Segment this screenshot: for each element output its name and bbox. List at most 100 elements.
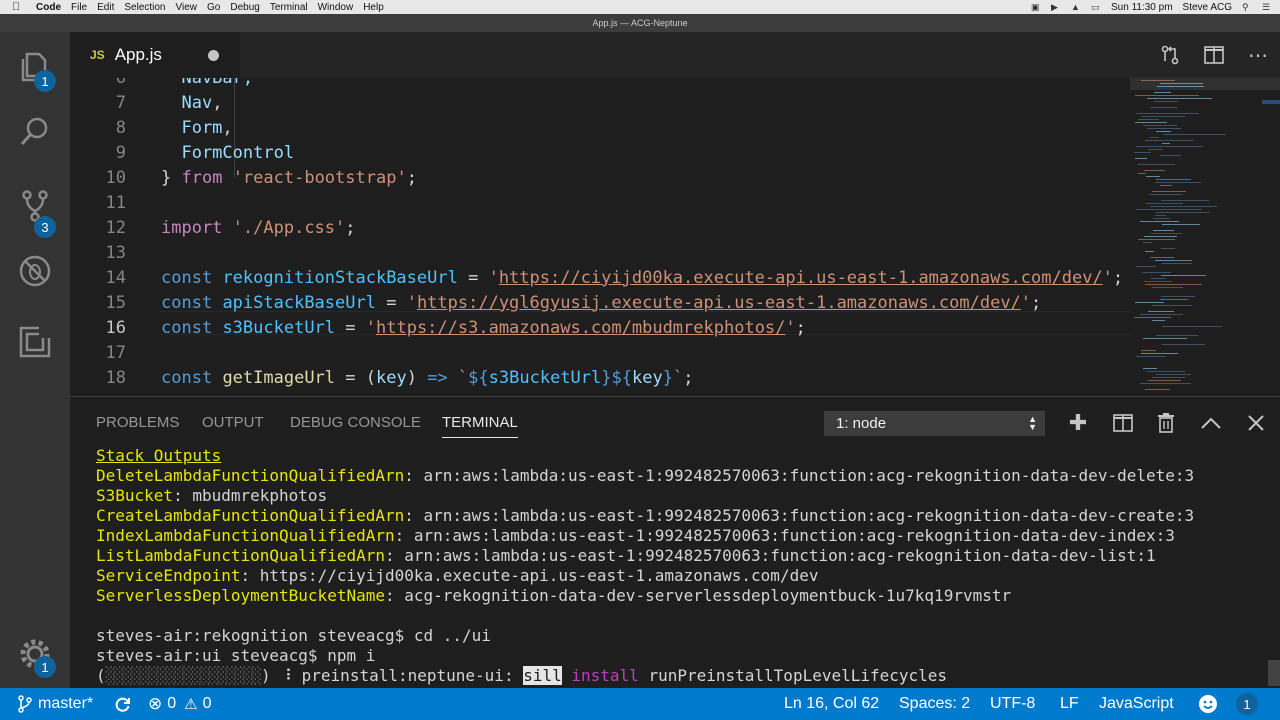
minimap-line	[1148, 149, 1163, 150]
tab-output[interactable]: OUTPUT	[202, 414, 264, 438]
maximize-panel-button[interactable]	[1196, 409, 1226, 437]
more-actions-button[interactable]: ⋯	[1236, 32, 1280, 78]
line-number: 14	[105, 267, 126, 288]
output-value: acg-rekognition-data-dev-serverlessdeplo…	[404, 585, 1012, 605]
code-line[interactable]: 8 Form,	[70, 115, 1130, 140]
code-token: }	[161, 167, 182, 188]
wifi-icon[interactable]: ▲	[1071, 3, 1081, 12]
menu-help[interactable]: Help	[363, 2, 384, 13]
output-key: ServiceEndpoint	[96, 565, 241, 585]
tab-debug-console[interactable]: DEBUG CONSOLE	[290, 414, 421, 438]
indentation[interactable]: Spaces: 2	[899, 688, 970, 720]
search-button[interactable]	[0, 102, 70, 162]
feedback-button[interactable]	[1198, 688, 1218, 720]
menubar-user[interactable]: Steve ACG	[1183, 2, 1232, 13]
terminal-output-line: CreateLambdaFunctionQualifiedArn: arn:aw…	[96, 505, 1194, 525]
progress-bar: ░░░░░░░░░░░░░░░░░░	[105, 665, 262, 685]
minimap-line	[1161, 200, 1209, 201]
menu-go[interactable]: Go	[207, 2, 220, 13]
minimap-line	[1138, 173, 1146, 174]
code-token: Nav	[161, 92, 213, 113]
output-value: arn:aws:lambda:us-east-1:992482570063:fu…	[404, 545, 1156, 565]
language-mode[interactable]: JavaScript	[1099, 688, 1174, 720]
code-line[interactable]: 7 Nav,	[70, 90, 1130, 115]
close-panel-button[interactable]	[1241, 409, 1271, 437]
menu-edit[interactable]: Edit	[97, 2, 114, 13]
code-token: 'react-bootstrap'	[232, 167, 407, 188]
split-editor-button[interactable]	[1192, 32, 1236, 78]
cursor-position[interactable]: Ln 16, Col 62	[784, 688, 879, 720]
code-line[interactable]: 10} from 'react-bootstrap';	[70, 165, 1130, 190]
menu-app[interactable]: Code	[36, 2, 61, 13]
code-line[interactable]: 11	[70, 190, 1130, 215]
tab-terminal[interactable]: TERMINAL	[442, 414, 518, 438]
line-number: 8	[115, 117, 126, 138]
code-line-partial[interactable]: 6 NavBar,	[70, 78, 1130, 90]
terminal-scrollbar[interactable]	[1268, 660, 1280, 686]
code-text: FormControl	[161, 143, 294, 163]
battery-icon[interactable]: ▭	[1091, 3, 1101, 12]
menu-file[interactable]: File	[71, 2, 87, 13]
code-line[interactable]: 9 FormControl	[70, 140, 1130, 165]
source-control-button[interactable]: 3	[0, 176, 70, 238]
tab-label: App.js	[114, 45, 162, 64]
terminal-output[interactable]: Stack Outputs DeleteLambdaFunctionQualif…	[96, 445, 1266, 689]
code-token: `	[672, 367, 684, 388]
manage-button[interactable]: 1	[0, 624, 70, 684]
minimap-line	[1156, 212, 1210, 213]
minimap-line	[1160, 185, 1172, 186]
output-value: mbudmrekphotos	[192, 485, 328, 505]
minimap-line	[1161, 296, 1195, 297]
menu-terminal[interactable]: Terminal	[270, 2, 308, 13]
split-terminal-button[interactable]	[1108, 409, 1138, 437]
notification-center-icon[interactable]: ☰	[1262, 3, 1272, 12]
minimap-line	[1138, 164, 1175, 165]
minimap-line	[1147, 371, 1185, 372]
extensions-button[interactable]	[0, 312, 70, 372]
encoding[interactable]: UTF-8	[990, 688, 1035, 720]
branch-status[interactable]: master*	[18, 688, 93, 720]
menu-debug[interactable]: Debug	[230, 2, 259, 13]
menubar-clock[interactable]: Sun 11:30 pm	[1111, 2, 1173, 13]
notifications-button[interactable]: 1	[1236, 688, 1258, 720]
output-separator: :	[404, 505, 424, 525]
menu-window[interactable]: Window	[318, 2, 354, 13]
tab-problems[interactable]: PROBLEMS	[96, 414, 179, 438]
minimap-line	[1144, 236, 1177, 237]
spotlight-icon[interactable]: ⚲	[1242, 3, 1252, 12]
code-token: =>	[427, 367, 448, 388]
sync-button[interactable]	[114, 688, 131, 720]
apple-icon[interactable]: 	[12, 1, 26, 13]
new-terminal-button[interactable]: ✚	[1063, 409, 1093, 437]
code-line[interactable]: 15 const apiStackBaseUrl = 'https://ygl6g…	[70, 290, 1130, 315]
debug-button[interactable]	[0, 241, 70, 301]
menu-selection[interactable]: Selection	[124, 2, 165, 13]
minimap-line	[1152, 377, 1185, 378]
code-line[interactable]: 18 const getImageUrl = (key) => `${s3Buck…	[70, 365, 1130, 390]
code-editor[interactable]: 6 NavBar, 7 Nav,8 Form,9 FormControl10} …	[70, 78, 1130, 396]
code-line[interactable]: 14 const rekognitionStackBaseUrl = 'https…	[70, 265, 1130, 290]
code-line[interactable]: 16 const s3BucketUrl = 'https://s3.amazon…	[70, 315, 1130, 340]
kill-terminal-button[interactable]	[1151, 409, 1181, 437]
tab-app-js[interactable]: JS App.js	[70, 32, 240, 78]
volume-icon[interactable]: ▶	[1051, 3, 1061, 12]
code-line[interactable]: 17	[70, 340, 1130, 365]
panel-tabs: PROBLEMS OUTPUT DEBUG CONSOLE TERMINAL 1…	[70, 397, 1280, 447]
minimap-line	[1146, 203, 1183, 204]
unsaved-dot-icon[interactable]	[208, 50, 219, 61]
open-changes-button[interactable]	[1148, 32, 1192, 78]
close-icon	[1248, 415, 1264, 431]
select-arrows-icon: ▲ ▼	[1028, 414, 1037, 432]
menu-view[interactable]: View	[176, 2, 198, 13]
code-line[interactable]: 13	[70, 240, 1130, 265]
code-line[interactable]: 12 import './App.css';	[70, 215, 1130, 240]
screen-mirror-icon[interactable]: ▣	[1031, 3, 1041, 12]
explorer-button[interactable]: 1	[0, 36, 70, 96]
problems-status[interactable]: ⊗ 0 ⚠ 0	[148, 688, 212, 720]
terminal-heading: Stack Outputs	[96, 445, 221, 465]
terminal-select[interactable]: 1: node ▲ ▼	[824, 411, 1045, 436]
line-ending[interactable]: LF	[1060, 688, 1079, 720]
line-number: 18	[105, 367, 126, 388]
minimap[interactable]	[1130, 78, 1280, 396]
